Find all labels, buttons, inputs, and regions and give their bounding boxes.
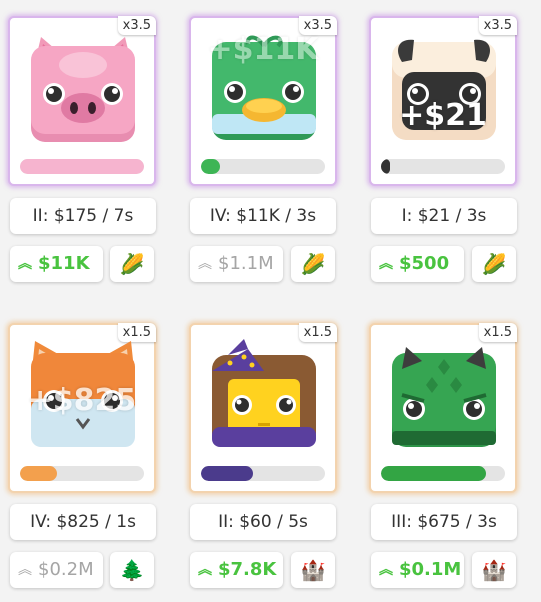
upgrade-cost: $0.1M (399, 559, 462, 580)
tree-icon[interactable]: 🌲 (110, 552, 154, 588)
progress-bar (201, 159, 325, 174)
gain-text: +$21 (399, 98, 487, 133)
stats-label: II: $60 / 5s (190, 504, 336, 540)
progress-bar (381, 466, 505, 481)
castle-icon[interactable]: 🏰 (472, 552, 516, 588)
card-fox[interactable]: x1.5 +$825 (8, 323, 156, 493)
chevron-up-icon: ︽ (198, 562, 212, 578)
upgrade-button[interactable]: ︽ $0.2M (10, 552, 103, 588)
corn-icon[interactable]: 🌽 (472, 246, 516, 282)
stats-label: IV: $11K / 3s (190, 198, 336, 234)
wizard-icon (212, 339, 316, 447)
upgrade-cost: $7.8K (218, 559, 277, 580)
progress-bar (20, 466, 144, 481)
upgrade-cost: $1.1M (218, 253, 274, 274)
progress-fill (20, 159, 144, 174)
card-wizard[interactable]: x1.5 (189, 323, 337, 493)
stats-label: IV: $825 / 1s (10, 504, 156, 540)
castle-icon[interactable]: 🏰 (291, 552, 335, 588)
upgrade-button[interactable]: ︽ $0.1M (371, 552, 464, 588)
upgrade-cost: $0.2M (38, 559, 94, 580)
chevron-up-icon: ︽ (379, 256, 393, 272)
progress-fill (381, 466, 487, 481)
upgrade-button[interactable]: ︽ $500 (371, 246, 464, 282)
progress-fill (20, 466, 58, 481)
chevron-up-icon: ︽ (18, 562, 32, 578)
progress-bar (20, 159, 144, 174)
chevron-up-icon: ︽ (198, 256, 212, 272)
corn-icon[interactable]: 🌽 (291, 246, 335, 282)
gain-text: +$11K (207, 32, 319, 67)
progress-bar (201, 466, 325, 481)
chevron-up-icon: ︽ (18, 256, 32, 272)
stats-label: I: $21 / 3s (371, 198, 517, 234)
crocodile-icon (392, 347, 496, 447)
progress-fill (201, 466, 254, 481)
corn-icon[interactable]: 🌽 (110, 246, 154, 282)
card-pig[interactable]: x3.5 (8, 16, 156, 186)
progress-bar (381, 159, 505, 174)
upgrade-button[interactable]: ︽ $1.1M (190, 246, 283, 282)
stats-label: II: $175 / 7s (10, 198, 156, 234)
upgrade-button[interactable]: ︽ $7.8K (190, 552, 283, 588)
pig-icon (31, 37, 135, 142)
upgrade-cost: $500 (399, 253, 450, 274)
card-sheep[interactable]: x3.5 +$21 (369, 16, 517, 186)
gain-text: +$825 (27, 383, 137, 418)
upgrade-cost: $11K (38, 253, 90, 274)
card-crocodile[interactable]: x1.5 (369, 323, 517, 493)
card-duck[interactable]: x3.5 +$11K (189, 16, 337, 186)
upgrade-button[interactable]: ︽ $11K (10, 246, 103, 282)
stats-label: III: $675 / 3s (371, 504, 517, 540)
progress-fill (201, 159, 220, 174)
chevron-up-icon: ︽ (379, 562, 393, 578)
progress-fill (381, 159, 390, 174)
